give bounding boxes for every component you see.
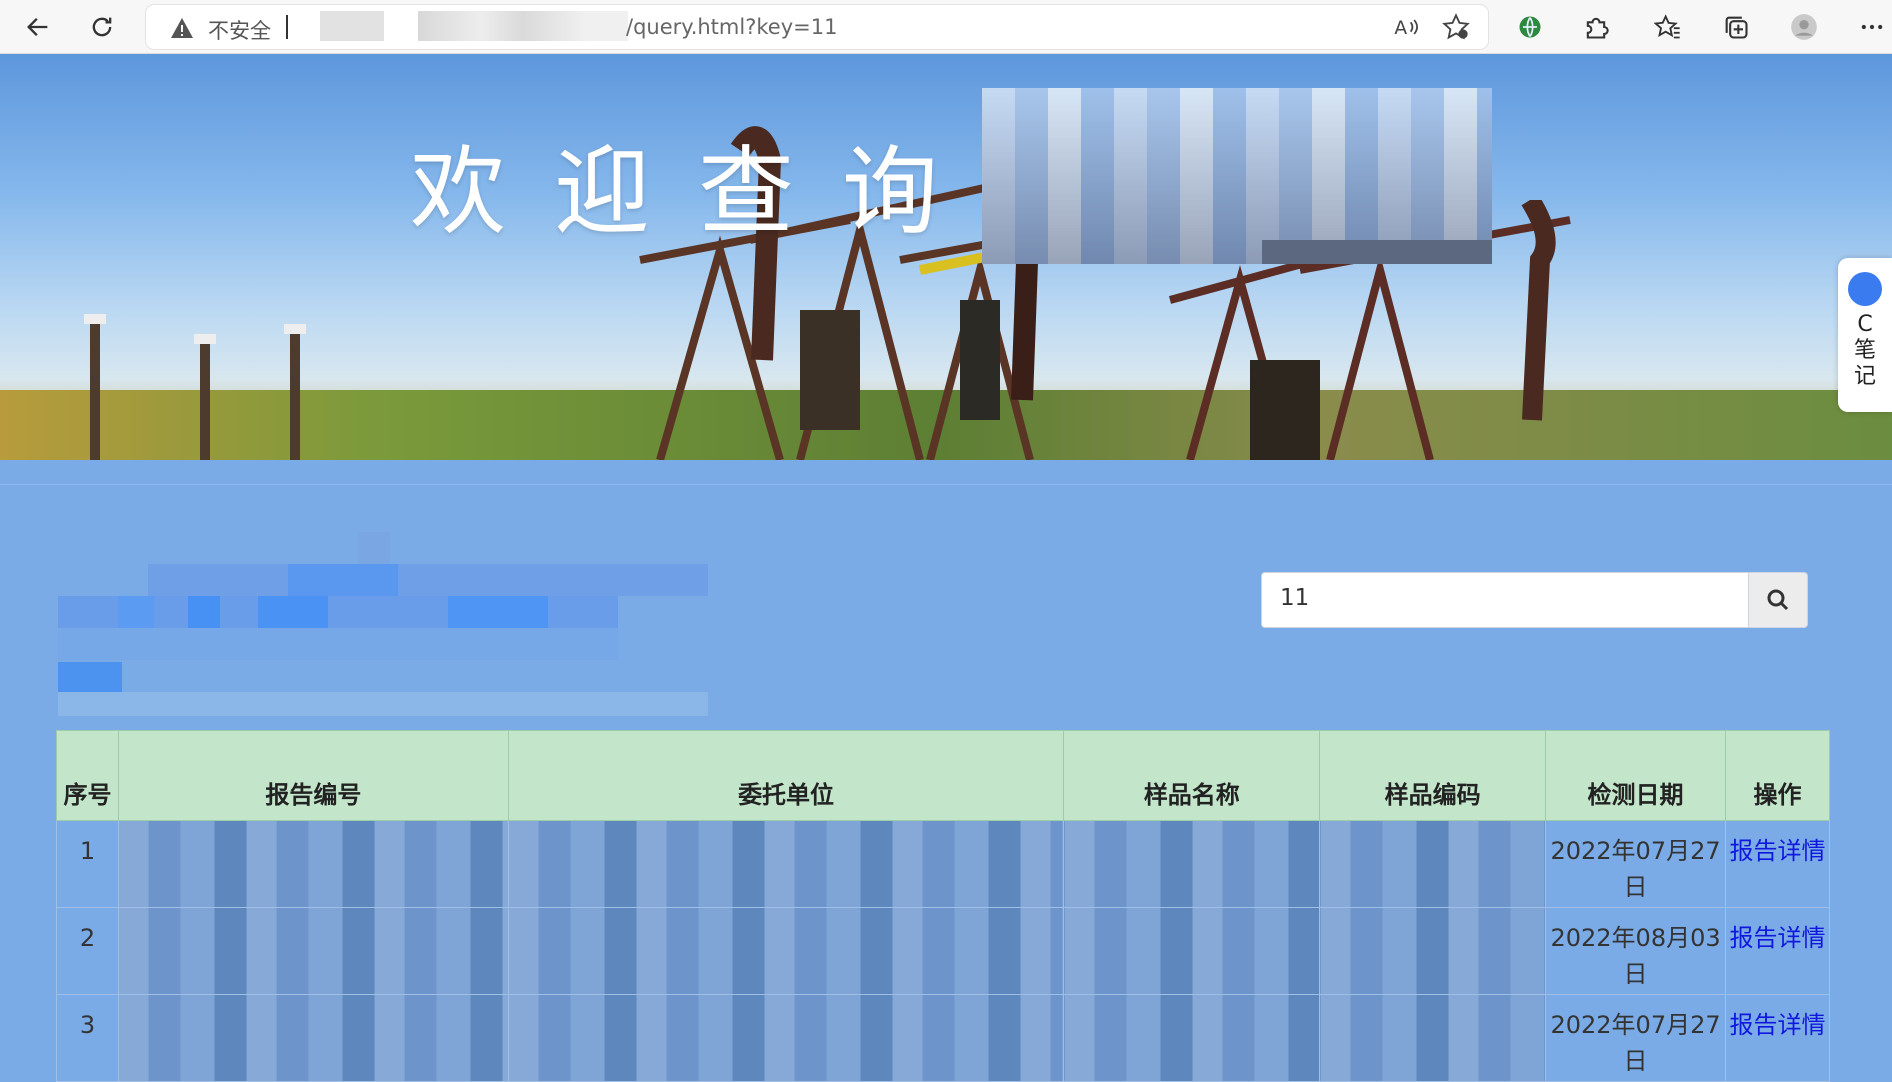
read-aloud-button[interactable]: A <box>1386 7 1426 47</box>
col-header-client: 委托单位 <box>507 730 1065 821</box>
favorites-icon <box>1654 14 1680 39</box>
redacted-cell <box>507 907 1065 995</box>
warning-icon <box>171 18 193 38</box>
favorites-button[interactable] <box>1648 7 1688 47</box>
back-button[interactable] <box>18 7 58 47</box>
puzzle-icon <box>1586 17 1609 39</box>
report-detail-link[interactable]: 报告详情 <box>1730 837 1826 865</box>
redacted-cell <box>507 994 1065 1082</box>
row-date: 2022年07月27日 <box>1545 994 1727 1082</box>
url-redacted <box>320 11 384 41</box>
note-icon <box>1848 272 1882 306</box>
browser-toolbar: 不安全 /query.html?key=11 A <box>0 0 1892 54</box>
puzzle-button[interactable] <box>1576 7 1616 47</box>
row-index: 3 <box>56 994 119 1082</box>
table-row: 3 2022年07月27日 报告详情 <box>56 994 1830 1082</box>
profile-button[interactable] <box>1784 7 1824 47</box>
col-header-index: 序号 <box>56 730 119 821</box>
profile-icon <box>1791 14 1817 40</box>
url-redacted <box>418 11 628 41</box>
row-action-cell: 报告详情 <box>1725 907 1830 995</box>
redacted-cell <box>1063 820 1321 908</box>
redacted-cell <box>1319 907 1547 995</box>
collections-icon <box>1725 16 1748 39</box>
search-button[interactable] <box>1748 572 1808 628</box>
col-header-action: 操作 <box>1725 730 1830 821</box>
more-button[interactable] <box>1852 7 1892 47</box>
collections-button[interactable] <box>1716 7 1756 47</box>
refresh-icon <box>92 17 112 37</box>
insecure-label[interactable]: 不安全 <box>208 15 271 45</box>
col-header-date: 检测日期 <box>1545 730 1727 821</box>
table-row: 2 2022年08月03日 报告详情 <box>56 907 1830 995</box>
redacted-cell <box>1063 907 1321 995</box>
col-header-sample-name: 样品名称 <box>1063 730 1321 821</box>
report-detail-link[interactable]: 报告详情 <box>1730 924 1826 952</box>
report-detail-link[interactable]: 报告详情 <box>1730 1011 1826 1039</box>
note-side-widget[interactable]: C笔记 <box>1838 258 1892 412</box>
pole-image <box>70 310 330 460</box>
read-aloud-icon: A <box>1394 18 1418 39</box>
col-header-report-no: 报告编号 <box>117 730 509 821</box>
row-index: 2 <box>56 907 119 995</box>
redacted-cell <box>117 820 509 908</box>
url-text[interactable]: /query.html?key=11 <box>626 15 837 39</box>
add-favorite-button[interactable] <box>1436 7 1476 47</box>
col-header-sample-code: 样品编码 <box>1319 730 1547 821</box>
welcome-title: 欢迎查询 <box>410 136 986 248</box>
refresh-button[interactable] <box>82 7 122 47</box>
row-date: 2022年07月27日 <box>1545 820 1727 908</box>
redacted-cell <box>1063 994 1321 1082</box>
redacted-cell <box>1319 994 1547 1082</box>
table-row: 1 2022年07月27日 报告详情 <box>56 820 1830 908</box>
row-index: 1 <box>56 820 119 908</box>
search-field[interactable] <box>1261 572 1750 628</box>
redacted-cell <box>1319 820 1547 908</box>
more-icon <box>1861 24 1883 30</box>
address-bar[interactable]: 不安全 /query.html?key=11 A <box>146 5 1488 49</box>
redacted-cell <box>117 994 509 1082</box>
back-icon <box>27 18 48 36</box>
search-icon <box>1767 589 1789 611</box>
svg-text:A: A <box>1394 18 1407 39</box>
note-widget-label: C笔记 <box>1853 312 1876 389</box>
search-input[interactable] <box>1280 585 1720 611</box>
redacted-cell <box>507 820 1065 908</box>
divider <box>0 484 1892 485</box>
header-banner: 欢迎查询 <box>0 54 1892 460</box>
table-header-row: 序号 报告编号 委托单位 样品名称 样品编码 检测日期 操作 <box>56 730 1830 821</box>
redacted-cell <box>117 907 509 995</box>
row-action-cell: 报告详情 <box>1725 820 1830 908</box>
row-action-cell: 报告详情 <box>1725 994 1830 1082</box>
extension-icon <box>1519 16 1541 38</box>
extension-button[interactable] <box>1510 7 1550 47</box>
row-date: 2022年08月03日 <box>1545 907 1727 995</box>
add-favorite-icon <box>1442 13 1470 40</box>
address-separator <box>286 15 288 39</box>
report-table: 序号 报告编号 委托单位 样品名称 样品编码 检测日期 操作 1 2022年07… <box>56 730 1830 1082</box>
redacted-title-mosaic <box>982 88 1492 264</box>
redacted-page-title <box>58 532 708 716</box>
